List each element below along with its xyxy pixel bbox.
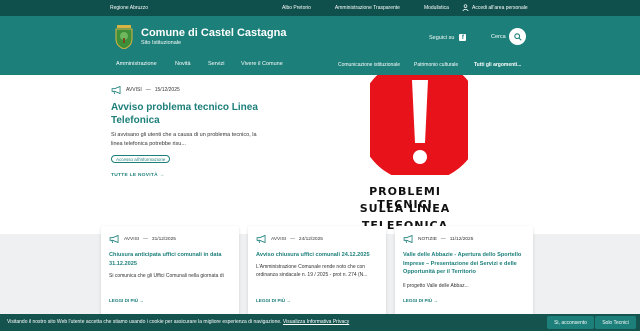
- hero-description: Si avvisano gli utenti che a causa di un…: [111, 132, 257, 147]
- municipality-crest-icon[interactable]: [114, 25, 134, 49]
- nav-patrimonio-culturale[interactable]: Patrimonio culturale: [414, 62, 458, 68]
- card-description: L'Amministrazione Comunale rende noto ch…: [256, 264, 368, 278]
- card-date: 24/12/2025: [298, 236, 323, 242]
- search-icon: [513, 32, 522, 41]
- top-links: Albo Pretorio Amministrazione Trasparent…: [282, 5, 473, 11]
- exclamation-icon: [370, 75, 468, 175]
- tag-separator: —: [143, 236, 148, 242]
- site-subtitle: Sito Istituzionale: [141, 40, 182, 46]
- accept-cookies-button[interactable]: Si, acconsento: [547, 316, 594, 329]
- card-title[interactable]: Chiusura anticipata uffici comunali in d…: [109, 251, 234, 268]
- arrow-right-icon: →: [138, 298, 144, 303]
- read-more-label: LEGGI DI PIÙ: [109, 298, 139, 303]
- hero-tag: AVVISI — 15/12/2025: [111, 86, 180, 94]
- arrow-right-icon: →: [159, 173, 165, 178]
- read-more-label: LEGGI DI PIÙ: [403, 298, 433, 303]
- card-description: Si comunica che gli Uffici Comunali nell…: [109, 273, 224, 279]
- albo-pretorio-link[interactable]: Albo Pretorio: [282, 5, 311, 11]
- social-follow: Seguici su f: [429, 34, 467, 41]
- card-tag: AVVISI — 24/12/2025: [256, 235, 323, 243]
- tag-separator: —: [145, 87, 151, 93]
- tag-separator: —: [290, 236, 295, 242]
- nav-tutti-gli-argomenti[interactable]: Tutti gli argomenti...: [474, 62, 521, 68]
- card-description: Il progetto Valle delle Abbaz...: [403, 283, 469, 289]
- card-title[interactable]: Valle delle Abbazie - Apertura dello Spo…: [403, 251, 528, 277]
- megaphone-icon: [256, 235, 266, 243]
- hero-topic-chip[interactable]: Accesso all'informazione: [111, 155, 171, 163]
- card-category: AVVISI: [271, 236, 287, 242]
- hero-date: 15/12/2025: [154, 87, 180, 93]
- news-card[interactable]: AVVISI — 24/12/2025 Avviso chiusura uffi…: [248, 226, 386, 318]
- read-more-label: LEGGI DI PIÙ: [256, 298, 286, 303]
- top-bar: Regione Abruzzo Albo Pretorio Amministra…: [0, 0, 640, 16]
- read-more-link[interactable]: LEGGI DI PIÙ →: [109, 298, 144, 303]
- card-tag: NOTIZIE — 11/12/2025: [403, 235, 473, 243]
- nav-novita[interactable]: Novità: [175, 61, 191, 67]
- card-title[interactable]: Avviso chiusura uffici comunali 24.12.20…: [256, 251, 381, 260]
- cookie-text-wrap: Visitando il nostro sito Web l'utente ac…: [7, 319, 349, 325]
- search-label: Cerca: [491, 34, 506, 40]
- facebook-icon[interactable]: f: [459, 34, 467, 41]
- card-category: NOTIZIE: [418, 236, 437, 242]
- arrow-right-icon: →: [285, 298, 291, 303]
- follow-label: Seguici su: [429, 34, 455, 41]
- hero-image[interactable]: PROBLEMI TECNICI SULLA LINEA TELEFONICA: [340, 75, 468, 234]
- hero-image-caption-line2: SULLA LINEA: [359, 202, 451, 215]
- megaphone-icon: [109, 235, 119, 243]
- modulistica-link[interactable]: Modulistica: [424, 5, 449, 11]
- nav-comunicazione-istituzionale[interactable]: Comunicazione istituzionale: [338, 62, 400, 68]
- tag-separator: —: [440, 236, 446, 242]
- nav-servizi[interactable]: Servizi: [208, 61, 225, 67]
- cookie-banner: Visitando il nostro sito Web l'utente ac…: [0, 314, 640, 331]
- card-date: 31/12/2025: [151, 236, 176, 242]
- nav-vivere-il-comune[interactable]: Vivere il Comune: [241, 61, 283, 67]
- all-news-label: TUTTE LE NOVITÀ: [111, 173, 158, 178]
- read-more-link[interactable]: LEGGI DI PIÙ →: [403, 298, 438, 303]
- read-more-link[interactable]: LEGGI DI PIÙ →: [256, 298, 291, 303]
- privacy-policy-link[interactable]: Visualizza Informativa Privacy: [283, 319, 349, 325]
- search-button[interactable]: [509, 28, 526, 45]
- login-label: Accedi all'area personale: [472, 4, 528, 11]
- hero-title[interactable]: Avviso problema tecnico Linea Telefonica: [111, 101, 261, 127]
- main-navigation: Amministrazione Novità Servizi Vivere il…: [0, 58, 640, 75]
- site-title[interactable]: Comune di Castel Castagna: [141, 27, 286, 39]
- all-news-link[interactable]: TUTTE LE NOVITÀ →: [111, 173, 165, 178]
- cookie-text: Visitando il nostro sito Web l'utente ac…: [7, 319, 282, 325]
- user-icon: [462, 4, 469, 11]
- nav-amministrazione[interactable]: Amministrazione: [116, 61, 157, 67]
- arrow-right-icon: →: [432, 298, 438, 303]
- news-card[interactable]: NOTIZIE — 11/12/2025 Valle delle Abbazie…: [395, 226, 533, 318]
- card-date: 11/12/2025: [449, 236, 474, 242]
- megaphone-icon: [111, 86, 121, 94]
- hero-section: [0, 75, 640, 234]
- login-button[interactable]: Accedi all'area personale: [462, 4, 528, 11]
- amministrazione-trasparente-link[interactable]: Amministrazione Trasparente: [335, 5, 400, 11]
- news-icon: [403, 235, 413, 243]
- technical-cookies-button[interactable]: Solo Tecnici: [595, 316, 636, 329]
- region-link[interactable]: Regione Abruzzo: [110, 5, 148, 11]
- hero-category: AVVISI: [126, 87, 142, 93]
- news-card[interactable]: AVVISI — 31/12/2025 Chiusura anticipata …: [101, 226, 239, 318]
- card-category: AVVISI: [124, 236, 140, 242]
- card-tag: AVVISI — 31/12/2025: [109, 235, 176, 243]
